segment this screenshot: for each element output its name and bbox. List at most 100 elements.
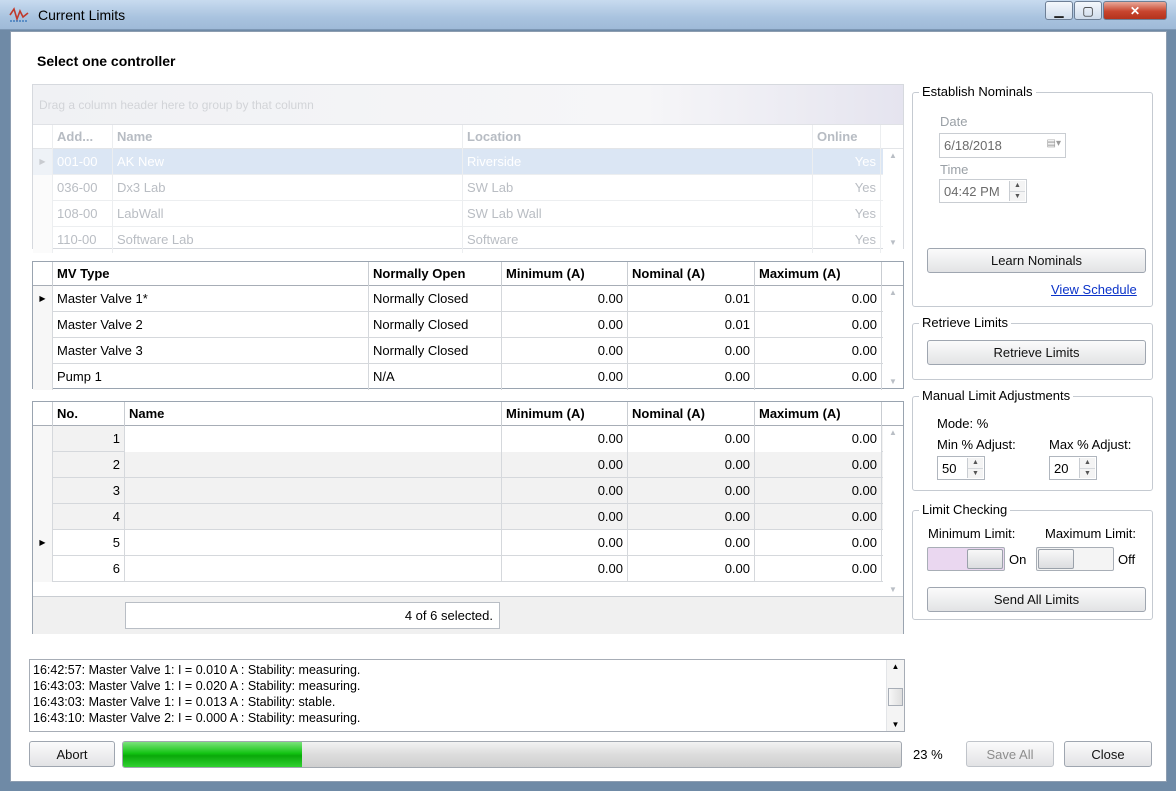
log-scrollbar[interactable]: ▲ ▼ (886, 660, 904, 731)
app-icon (9, 7, 29, 22)
learn-nominals-button[interactable]: Learn Nominals (927, 248, 1146, 273)
controller-row[interactable]: 108-00 LabWall SW Lab Wall Yes (33, 201, 883, 227)
progress-percent: 23 % (913, 747, 943, 762)
station-row[interactable]: 4 0.00 0.00 0.00 (33, 504, 883, 530)
col-online[interactable]: Online (813, 125, 881, 149)
maximize-icon: ▢ (1082, 3, 1094, 18)
time-label: Time (940, 162, 969, 177)
col-minimum[interactable]: Minimum (A) (502, 402, 628, 426)
controller-grid[interactable]: Drag a column header here to group by th… (32, 84, 904, 253)
minimum-limit-state: On (1009, 552, 1027, 567)
log-scroll-thumb[interactable] (888, 688, 903, 706)
col-no[interactable]: No. (53, 402, 125, 426)
status-log[interactable]: 16:42:57: Master Valve 1: I = 0.010 A : … (29, 659, 905, 732)
station-row[interactable]: 3 0.00 0.00 0.00 (33, 478, 883, 504)
manual-adjust-group: Manual Limit Adjustments Mode: % Min % A… (912, 388, 1153, 491)
window-title: Current Limits (38, 7, 126, 23)
scroll-up-icon[interactable]: ▲ (883, 151, 903, 160)
group-by-hint: Drag a column header here to group by th… (39, 98, 314, 112)
mv-row[interactable]: Master Valve 2 Normally Closed 0.00 0.01… (33, 312, 883, 338)
view-schedule-link[interactable]: View Schedule (1051, 282, 1137, 297)
log-line: 16:43:10: Master Valve 2: I = 0.000 A : … (33, 711, 361, 725)
controller-row[interactable]: 036-00 Dx3 Lab SW Lab Yes (33, 175, 883, 201)
scroll-up-icon[interactable]: ▲ (883, 288, 903, 297)
retrieve-limits-group: Retrieve Limits Retrieve Limits (912, 315, 1153, 380)
col-location[interactable]: Location (463, 125, 813, 149)
scroll-down-icon[interactable]: ▼ (883, 585, 903, 594)
spin-down-icon[interactable]: ▼ (1010, 191, 1025, 201)
abort-button[interactable]: Abort (29, 741, 115, 767)
date-picker[interactable]: 6/18/2018 ▤▾ (939, 133, 1066, 158)
close-button[interactable]: Close (1064, 741, 1152, 767)
group-by-panel: Drag a column header here to group by th… (33, 85, 903, 125)
mode-label: Mode: % (937, 416, 989, 431)
scroll-up-icon[interactable]: ▲ (883, 428, 903, 437)
mv-grid[interactable]: MV Type Normally Open Minimum (A) Nomina… (32, 261, 904, 390)
spin-up-icon[interactable]: ▲ (1010, 181, 1025, 192)
spin-down-icon[interactable]: ▼ (1080, 468, 1095, 478)
manual-adjust-title: Manual Limit Adjustments (919, 388, 1074, 403)
station-row[interactable]: 1 0.00 0.00 0.00 (33, 426, 883, 452)
minimize-button[interactable]: ▁ (1045, 1, 1073, 20)
controller-row[interactable]: ▶ 001-00 AK New Riverside Yes (33, 149, 883, 175)
mv-grid-header: MV Type Normally Open Minimum (A) Nomina… (33, 262, 903, 286)
retrieve-limits-button[interactable]: Retrieve Limits (927, 340, 1146, 365)
limit-checking-title: Limit Checking (919, 502, 1011, 517)
retrieve-limits-title: Retrieve Limits (919, 315, 1011, 330)
col-mv-type[interactable]: MV Type (53, 262, 369, 286)
minimum-limit-toggle[interactable] (927, 547, 1005, 571)
col-maximum[interactable]: Maximum (A) (755, 262, 882, 286)
col-nominal[interactable]: Nominal (A) (628, 262, 755, 286)
station-row[interactable]: 6 0.00 0.00 0.00 (33, 556, 883, 582)
scroll-down-icon[interactable]: ▼ (883, 377, 903, 386)
log-line: 16:43:03: Master Valve 1: I = 0.020 A : … (33, 679, 361, 693)
station-row[interactable]: 2 0.00 0.00 0.00 (33, 452, 883, 478)
maximum-limit-label: Maximum Limit: (1045, 526, 1137, 541)
col-station-name[interactable]: Name (125, 402, 502, 426)
controller-grid-header: Add... Name Location Online (33, 125, 903, 149)
maximum-limit-state: Off (1118, 552, 1136, 567)
establish-nominals-title: Establish Nominals (919, 84, 1036, 99)
station-grid-footer: 4 of 6 selected. (33, 596, 903, 634)
maximize-button[interactable]: ▢ (1074, 1, 1102, 20)
calendar-icon[interactable]: ▤▾ (1047, 138, 1061, 149)
scroll-down-icon[interactable]: ▼ (887, 720, 904, 729)
spin-down-icon[interactable]: ▼ (968, 468, 983, 478)
station-scrollbar[interactable]: ▲ ▼ (883, 426, 903, 596)
log-line: 16:43:03: Master Valve 1: I = 0.013 A : … (33, 695, 336, 709)
progress-fill (123, 742, 302, 767)
scroll-down-icon[interactable]: ▼ (883, 238, 903, 247)
close-window-button[interactable]: ✕ (1103, 1, 1167, 20)
spin-up-icon[interactable]: ▲ (1080, 458, 1095, 469)
mv-scrollbar[interactable]: ▲ ▼ (883, 286, 903, 388)
controller-scrollbar[interactable]: ▲ ▼ (883, 149, 903, 249)
close-icon: ✕ (1129, 3, 1141, 18)
min-adjust-spinner[interactable]: 50 ▲ ▼ (937, 456, 985, 480)
spin-up-icon[interactable]: ▲ (968, 458, 983, 469)
col-name[interactable]: Name (113, 125, 463, 149)
mv-row[interactable]: Master Valve 3 Normally Closed 0.00 0.00… (33, 338, 883, 364)
save-all-button[interactable]: Save All (966, 741, 1054, 767)
station-grid[interactable]: No. Name Minimum (A) Nominal (A) Maximum… (32, 401, 904, 634)
date-label: Date (940, 114, 968, 129)
mv-row[interactable]: Pump 1 N/A 0.00 0.00 0.00 (33, 364, 883, 390)
min-adjust-label: Min % Adjust: (937, 437, 1016, 452)
maximum-limit-toggle[interactable] (1036, 547, 1114, 571)
col-address[interactable]: Add... (53, 125, 113, 149)
controller-row[interactable]: 110-00 Software Lab Software Yes (33, 227, 883, 253)
dialog-client-area: Select one controller Drag a column head… (10, 31, 1167, 782)
col-nominal[interactable]: Nominal (A) (628, 402, 755, 426)
col-minimum[interactable]: Minimum (A) (502, 262, 628, 286)
row-pointer-icon: ▶ (33, 530, 53, 556)
time-spinner[interactable]: 04:42 PM ▲ ▼ (939, 179, 1027, 203)
col-normally-open[interactable]: Normally Open (369, 262, 502, 286)
max-adjust-spinner[interactable]: 20 ▲ ▼ (1049, 456, 1097, 480)
send-all-limits-button[interactable]: Send All Limits (927, 587, 1146, 612)
station-row[interactable]: ▶ 5 0.00 0.00 0.00 (33, 530, 883, 556)
progress-bar (122, 741, 902, 768)
scroll-up-icon[interactable]: ▲ (887, 662, 904, 671)
col-maximum[interactable]: Maximum (A) (755, 402, 882, 426)
minimum-limit-label: Minimum Limit: (928, 526, 1016, 541)
mv-row[interactable]: ▶ Master Valve 1* Normally Closed 0.00 0… (33, 286, 883, 312)
station-grid-header: No. Name Minimum (A) Nominal (A) Maximum… (33, 402, 903, 426)
